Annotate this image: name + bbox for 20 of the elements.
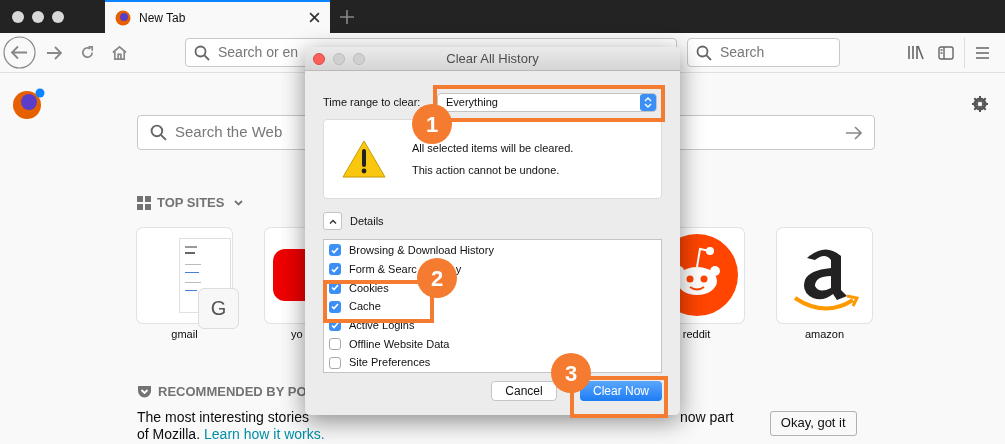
warning-text: This action cannot be undone. xyxy=(412,163,561,178)
details-label: Details xyxy=(350,213,384,229)
item-label: Offline Website Data xyxy=(349,336,450,352)
site-label: yo xyxy=(291,326,303,342)
site-label: gmail xyxy=(171,326,198,342)
site-label: reddit xyxy=(682,326,711,342)
description-text: of Mozilla. xyxy=(137,425,201,443)
tab-title: New Tab xyxy=(139,9,187,27)
item-label: y xyxy=(455,261,462,277)
description-text: The most interesting stories xyxy=(137,408,310,426)
item-label: Site Preferences xyxy=(349,355,431,371)
description-text: now part xyxy=(680,408,734,426)
item-label: Cookies xyxy=(349,280,389,296)
section-heading: TOP SITES xyxy=(157,194,225,212)
letter-badge: G xyxy=(198,287,239,329)
window-title: Clear All History xyxy=(446,49,539,68)
item-label: Cache xyxy=(349,299,381,315)
site-label: amazon xyxy=(804,326,845,342)
item-label: Form & Searc xyxy=(349,261,417,277)
item-label: Browsing & Download History xyxy=(349,243,494,259)
